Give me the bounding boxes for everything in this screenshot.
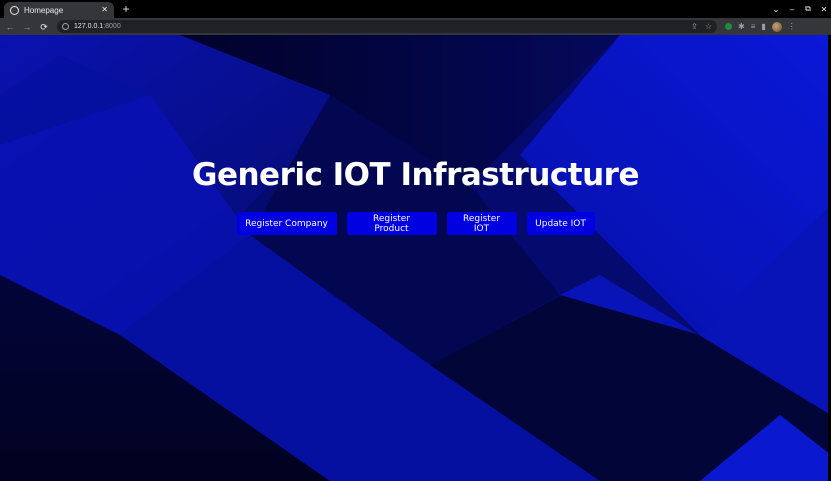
- kebab-menu-icon[interactable]: ⋮: [788, 22, 796, 31]
- profile-avatar[interactable]: [771, 21, 782, 32]
- hero-section: Generic IOT Infrastructure: [0, 157, 831, 193]
- url-port: :8000: [103, 23, 121, 30]
- new-tab-button[interactable]: +: [119, 2, 133, 16]
- background-abstract-shapes: [0, 35, 831, 481]
- bookmark-star-icon[interactable]: ☆: [705, 22, 712, 31]
- tab-title: Homepage: [24, 5, 64, 15]
- page-viewport: Generic IOT Infrastructure Register Comp…: [0, 35, 831, 481]
- register-product-button[interactable]: Register Product: [346, 212, 437, 235]
- media-control-icon[interactable]: ≡: [751, 22, 756, 31]
- share-icon[interactable]: ⇪: [691, 22, 698, 31]
- address-bar[interactable]: 127.0.0.1:8000 ⇪ ☆: [57, 20, 717, 33]
- reload-icon[interactable]: ⟳: [37, 20, 51, 34]
- minimize-icon[interactable]: –: [787, 5, 797, 14]
- register-company-button[interactable]: Register Company: [236, 212, 337, 235]
- url-text[interactable]: 127.0.0.1:8000: [74, 23, 121, 30]
- restore-icon[interactable]: ⧉: [803, 4, 813, 14]
- update-iot-button[interactable]: Update IOT: [526, 212, 595, 235]
- omnibox-actions: ⇪ ☆: [691, 22, 712, 31]
- side-panel-icon[interactable]: ▮: [761, 22, 765, 31]
- action-button-row: Register Company Register Product Regist…: [0, 212, 831, 235]
- back-arrow-icon[interactable]: ←: [3, 20, 17, 34]
- close-tab-icon[interactable]: ✕: [101, 6, 108, 14]
- extension-area: ✱ ≡ ▮ ⋮: [725, 21, 796, 32]
- extension-status-icon[interactable]: [725, 23, 732, 30]
- puzzle-icon[interactable]: ✱: [738, 22, 745, 31]
- close-window-icon[interactable]: ✕: [819, 5, 829, 14]
- browser-toolbar: ← → ⟳ 127.0.0.1:8000 ⇪ ☆ ✱ ≡ ▮ ⋮: [0, 18, 831, 35]
- browser-tab[interactable]: Homepage ✕: [4, 2, 114, 18]
- forward-arrow-icon[interactable]: →: [20, 20, 34, 34]
- url-host: 127.0.0.1: [74, 23, 104, 30]
- register-iot-button[interactable]: Register IOT: [446, 212, 517, 235]
- globe-icon: [10, 5, 19, 15]
- tab-strip: Homepage ✕ + ⌄ – ⧉ ✕: [0, 0, 831, 18]
- tab-search-icon[interactable]: ⌄: [771, 5, 781, 14]
- info-icon[interactable]: [62, 23, 69, 30]
- window-controls: ⌄ – ⧉ ✕: [771, 2, 829, 16]
- page-title: Generic IOT Infrastructure: [192, 157, 639, 193]
